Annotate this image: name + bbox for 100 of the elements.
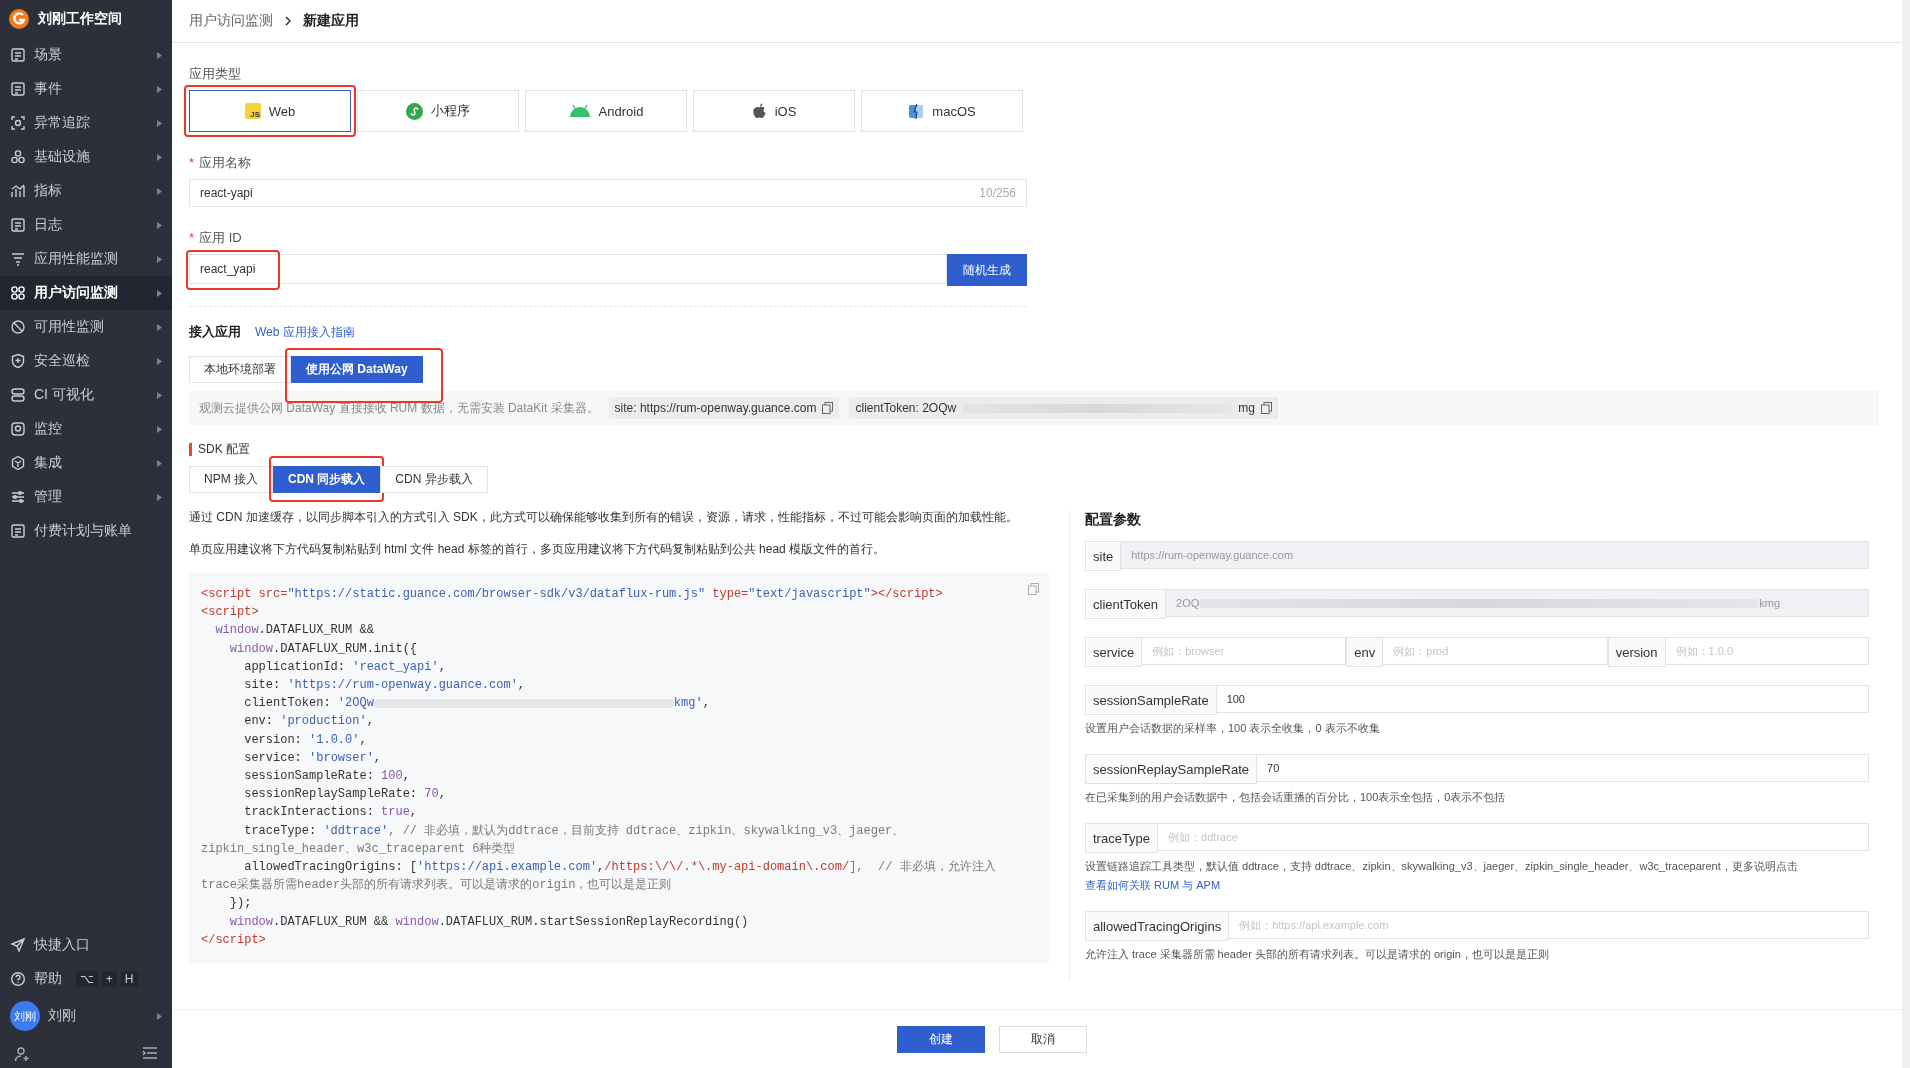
sidebar-item[interactable]: 集成 xyxy=(0,446,172,480)
field-addon-label: allowedTracingOrigins xyxy=(1085,911,1230,941)
sidebar-item[interactable]: 用户访问监测 xyxy=(0,276,172,310)
help-link[interactable]: 查看如何关联 RUM 与 APM xyxy=(1085,878,1221,893)
generate-button[interactable]: 随机生成 xyxy=(947,254,1027,286)
token-chip: clientToken: 2OQw mg xyxy=(849,397,1278,419)
code-token: , xyxy=(702,696,710,711)
access-tab[interactable]: 使用公网 DataWay xyxy=(291,356,423,383)
sdk-tab[interactable]: NPM 接入 xyxy=(189,466,273,493)
shortcut-key: + xyxy=(101,971,117,987)
code-token: traceType: xyxy=(243,823,318,838)
app-type-option[interactable]: 小程序 xyxy=(357,90,519,132)
sidebar-item[interactable]: 付费计划与账单 xyxy=(0,514,172,548)
code-token: , xyxy=(438,659,446,674)
code-token: , xyxy=(359,732,367,747)
field-addon-label: site xyxy=(1085,541,1122,571)
sidebar-item[interactable]: 安全巡检 xyxy=(0,344,172,378)
sidebar-item[interactable]: 指标 xyxy=(0,174,172,208)
sidebar-item[interactable]: 可用性监测 xyxy=(0,310,172,344)
workspace-name[interactable]: 刘刚工作空间 xyxy=(38,10,122,28)
sidebar-item[interactable]: 场景 xyxy=(0,38,172,72)
app-type-option[interactable]: iOS xyxy=(693,90,855,132)
code-token: .DATAFLUX_RUM.init({ xyxy=(273,641,418,656)
code-token: '2OQw xyxy=(337,696,374,711)
chevron-icon xyxy=(157,1012,162,1020)
code-token: trackInteractions: xyxy=(243,805,375,820)
sidebar-item[interactable]: 异常追踪 xyxy=(0,106,172,140)
menu-item-icon xyxy=(10,81,26,97)
access-tab[interactable]: 本地环境部署 xyxy=(189,356,291,383)
js-icon: JS xyxy=(244,103,261,119)
section-title: 接入应用 xyxy=(189,323,241,341)
code-token: trace采集器所需header头部的所有请求列表。可以是请求的origin，也可以是是正则 xyxy=(201,878,672,893)
sidebar-item[interactable]: CI 可视化 xyxy=(0,378,172,412)
sdk-tab[interactable]: CDN 异步载入 xyxy=(380,466,488,493)
collapse-icon[interactable] xyxy=(142,1046,158,1060)
menu-item-icon xyxy=(10,251,26,267)
sidebar-item[interactable]: 应用性能监测 xyxy=(0,242,172,276)
field-label: 应用类型 xyxy=(189,65,242,83)
field-addon-label: env xyxy=(1346,637,1384,667)
chevron-icon xyxy=(157,391,162,399)
menu-item-icon xyxy=(10,319,26,335)
sidebar-item[interactable]: 基础设施 xyxy=(0,140,172,174)
sdk-tab[interactable]: CDN 同步载入 xyxy=(273,466,381,493)
code-token: ></script> xyxy=(870,587,943,601)
chevron-icon xyxy=(157,425,162,433)
chevron-icon xyxy=(285,16,291,26)
app-id-field[interactable]: react_yapi xyxy=(189,254,947,284)
code-token: true xyxy=(381,805,410,820)
code-token: , xyxy=(597,860,605,875)
breadcrumb-link[interactable]: 用户访问监测 xyxy=(189,12,273,30)
field-label: 应用名称 xyxy=(199,155,252,170)
code-token: , xyxy=(438,787,446,802)
app-type-option[interactable]: Android xyxy=(525,90,687,132)
code-token: .DATAFLUX_RUM.startSessionReplayRecording() xyxy=(438,914,749,929)
code-token: /https:\/\/.*\.my-api-domain\.com/ xyxy=(604,860,850,875)
app-type-option[interactable]: macOS xyxy=(861,90,1023,132)
copy-icon[interactable] xyxy=(822,402,834,414)
code-token: 'production' xyxy=(280,714,367,729)
help-text: 在已采集到的用户会话数据中，包括会话重播的百分比，100表示全包括，0表示不包括 xyxy=(1085,790,1507,805)
chevron-icon xyxy=(157,255,162,263)
user-avatar[interactable]: 刘刚 xyxy=(10,1001,40,1031)
field-addon-label: clientToken xyxy=(1085,589,1167,619)
config-field[interactable]: 70 xyxy=(1257,754,1869,782)
menu-item-icon xyxy=(10,455,26,471)
sidebar-item[interactable]: 监控 xyxy=(0,412,172,446)
chevron-icon xyxy=(157,459,162,467)
character-counter: 10/256 xyxy=(979,186,1016,200)
code-token: 'https://api.example.com' xyxy=(417,860,598,875)
menu-item-icon xyxy=(10,489,26,505)
app-name-field[interactable]: react-yapi 10/256 xyxy=(189,179,1027,207)
panel-title: 配置参数 xyxy=(1085,511,1142,529)
config-field[interactable]: 100 xyxy=(1216,685,1869,713)
field-addon-label: traceType xyxy=(1085,823,1159,853)
code-token: type= xyxy=(711,587,749,601)
required-mark: * xyxy=(189,230,195,245)
code-token: 100 xyxy=(381,769,403,784)
code-token: window xyxy=(395,914,439,929)
shortcut-item[interactable]: 快捷入口 xyxy=(0,928,172,962)
cancel-button[interactable]: 取消 xyxy=(999,1025,1087,1053)
add-user-icon[interactable] xyxy=(14,1046,30,1062)
code-token: "text/javascript" xyxy=(748,587,871,601)
menu-item-icon xyxy=(10,47,26,63)
code-token: window xyxy=(228,914,273,929)
chevron-icon xyxy=(157,289,162,297)
guide-link[interactable]: Web 应用接入指南 xyxy=(255,323,355,341)
user-name[interactable]: 刘刚 xyxy=(48,1007,76,1025)
copy-icon[interactable] xyxy=(1260,402,1272,414)
app-type-option[interactable]: JS Web xyxy=(189,90,351,132)
code-token: 70 xyxy=(424,787,439,802)
code-token: 'browser' xyxy=(309,750,374,765)
field-addon-label: sessionReplaySampleRate xyxy=(1085,754,1258,784)
create-button[interactable]: 创建 xyxy=(897,1025,985,1053)
sidebar-item[interactable]: 事件 xyxy=(0,72,172,106)
menu-item-icon xyxy=(10,523,26,539)
menu-item-icon xyxy=(10,149,26,165)
sidebar-item[interactable]: 管理 xyxy=(0,480,172,514)
menu-item-icon xyxy=(10,115,26,131)
chevron-icon xyxy=(157,85,162,93)
help-item[interactable]: 帮助 ⌥ + H xyxy=(0,962,172,996)
sidebar-item[interactable]: 日志 xyxy=(0,208,172,242)
